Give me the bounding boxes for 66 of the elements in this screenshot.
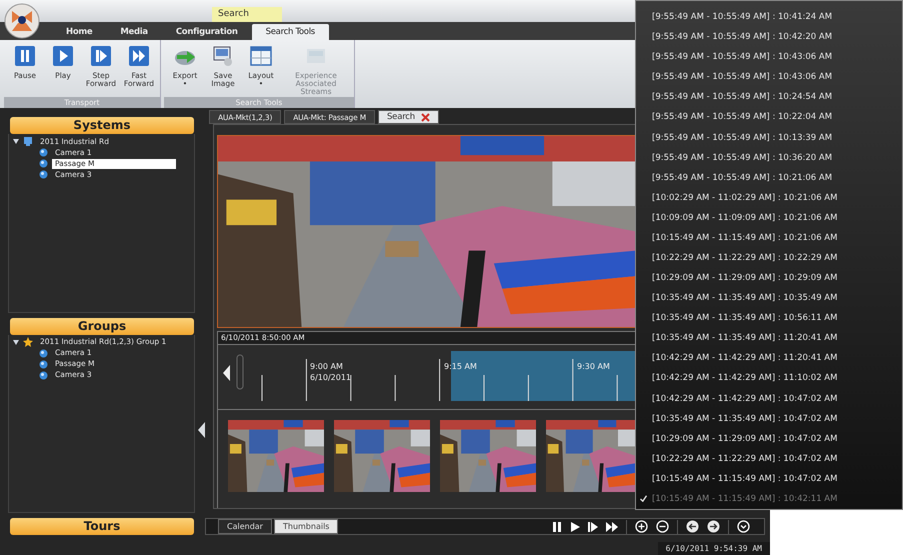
time-label: 9:00 AM (310, 361, 344, 372)
zoom-out-icon[interactable] (656, 520, 669, 533)
ribbon-tab[interactable]: Search Tools (252, 24, 329, 40)
camera-dot-icon (39, 170, 48, 179)
camera-dot-icon (39, 148, 48, 157)
zoom-in-icon[interactable] (635, 520, 648, 533)
camera-dot-icon (39, 348, 48, 358)
check-icon (640, 494, 647, 502)
menu-item[interactable]: [10:42:29 AM - 11:42:29 AM] : 11:20:41 AM (636, 348, 902, 368)
ribbon-tab[interactable]: Configuration (162, 24, 252, 40)
panel-header[interactable]: Groups (10, 318, 194, 334)
close-icon[interactable] (420, 112, 430, 122)
menu-item[interactable]: [10:09:09 AM - 11:09:09 AM] : 10:21:06 AM (636, 208, 902, 228)
menu-item[interactable]: [10:35:49 AM - 11:35:49 AM] : 10:56:11 AM (636, 308, 902, 328)
app-orb-button[interactable] (4, 3, 40, 39)
status-timestamp: 6/10/2011 9:54:39 AM (658, 542, 770, 555)
menu-item[interactable]: [9:55:49 AM - 10:55:49 AM] : 10:43:06 AM (636, 47, 902, 68)
menu-item[interactable]: [9:55:49 AM - 10:55:49 AM] : 10:41:24 AM (636, 7, 902, 28)
expanded-arrow-icon[interactable] (13, 340, 19, 344)
pause-icon[interactable] (552, 522, 562, 532)
scroll-left-icon[interactable] (222, 363, 232, 383)
menu-item[interactable]: [10:02:29 AM - 11:02:29 AM] : 10:21:06 AM (636, 188, 902, 208)
menu-item[interactable]: [10:35:49 AM - 11:35:49 AM] : 10:47:02 AM (636, 408, 902, 429)
next-arrow-icon[interactable] (707, 520, 720, 533)
menu-item[interactable]: [10:22:29 AM - 11:22:29 AM] : 10:22:29 AM (636, 248, 902, 268)
ribbon-tab[interactable]: Media (106, 24, 162, 40)
fast-forward-icon[interactable] (606, 522, 618, 532)
camera-dot-icon (39, 360, 48, 368)
menu-item[interactable]: [9:55:49 AM - 10:55:49 AM] : 10:13:39 AM (636, 127, 902, 148)
menu-item[interactable]: [10:42:29 AM - 11:42:29 AM] : 10:47:02 AM (636, 388, 902, 409)
menu-item[interactable]: [10:15:49 AM - 11:15:49 AM] : 10:47:02 AM (636, 468, 902, 489)
menu-item[interactable]: [10:35:49 AM - 11:35:49 AM] : 11:20:41 AM (636, 328, 902, 348)
menu-item[interactable]: [9:55:49 AM - 10:55:49 AM] : 10:36:20 AM (636, 148, 902, 168)
menu-item[interactable]: [10:29:09 AM - 11:29:09 AM] : 10:29:09 AM (636, 268, 902, 288)
time-label: 9:15 AM (444, 361, 477, 372)
menu-item[interactable]: [10:42:29 AM - 11:42:29 AM] : 11:10:02 AM (636, 368, 902, 388)
previous-arrow-icon[interactable] (686, 520, 699, 533)
camera-dot-icon (39, 370, 48, 380)
menu-item[interactable]: [10:35:49 AM - 11:35:49 AM] : 10:35:49 AM (636, 288, 902, 308)
menu-item[interactable]: [10:15:49 AM - 11:15:49 AM] : 10:21:06 AM (636, 228, 902, 248)
step-forward-icon[interactable] (588, 522, 598, 532)
dropdown-circle-icon[interactable] (737, 520, 750, 533)
menu-item[interactable]: [9:55:49 AM - 10:55:49 AM] : 10:42:20 AM (636, 27, 902, 48)
contextual-tab-label: Search (212, 7, 282, 22)
menu-item[interactable]: [9:55:49 AM - 10:55:49 AM] : 10:24:54 AM (636, 87, 902, 108)
time-label: 9:30 AM (577, 361, 610, 372)
panel-header[interactable]: Systems (10, 117, 194, 134)
camera-dot-icon (39, 159, 48, 168)
view-tab[interactable]: Calendar (218, 519, 272, 534)
timeline-handle[interactable] (236, 354, 244, 390)
menu-item[interactable]: [10:29:09 AM - 11:29:09 AM] : 10:47:02 AM (636, 428, 902, 449)
expanded-arrow-icon[interactable] (13, 139, 19, 144)
menu-item[interactable]: [9:55:49 AM - 10:55:49 AM] : 10:21:06 AM (636, 168, 902, 188)
menu-item[interactable]: [9:55:49 AM - 10:55:49 AM] : 10:43:06 AM (636, 67, 902, 88)
panel-header[interactable]: Tours (10, 518, 194, 535)
menu-item[interactable]: [10:22:29 AM - 11:22:29 AM] : 10:47:02 AM (636, 448, 902, 469)
date-label: 6/10/2011 (310, 372, 352, 383)
play-icon[interactable] (570, 522, 580, 532)
star-icon (23, 337, 33, 347)
menu-item[interactable]: [9:55:49 AM - 10:55:49 AM] : 10:22:04 AM (636, 107, 902, 128)
view-tab[interactable]: Thumbnails (274, 519, 338, 534)
ribbon-tab[interactable]: Home (52, 24, 106, 40)
document-tab[interactable]: Search (378, 110, 439, 124)
monitor-icon (23, 137, 33, 146)
menu-item[interactable]: [10:15:49 AM - 11:15:49 AM] : 10:42:11 AM (636, 488, 902, 509)
timeline[interactable]: 9:00 AM 6/10/2011 9:15 AM 9:30 AM (217, 345, 639, 410)
